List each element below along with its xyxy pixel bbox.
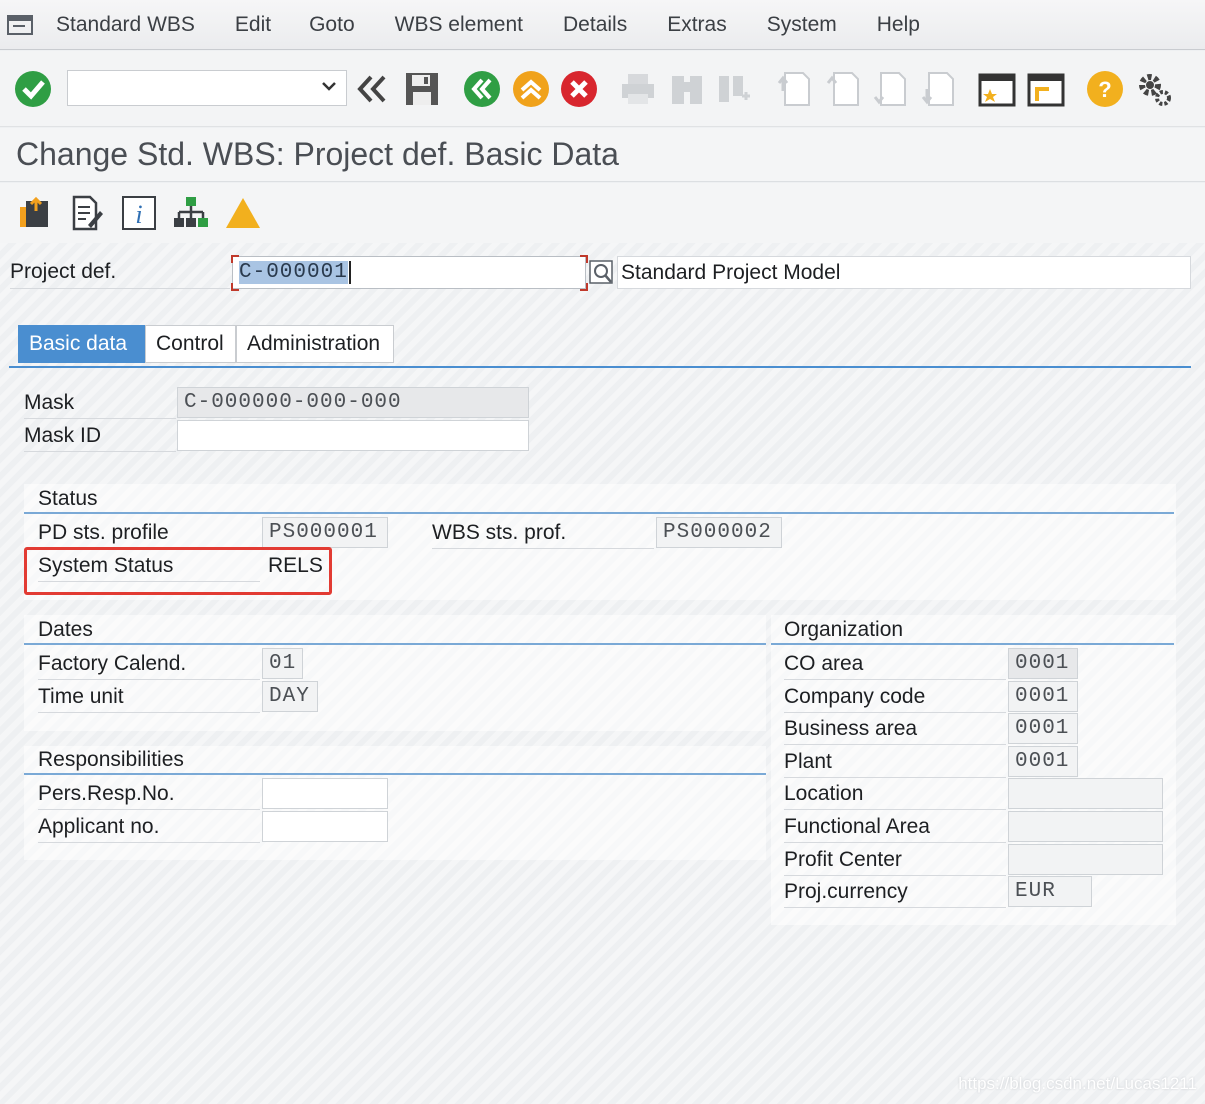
company-code-field: 0001: [1008, 681, 1078, 712]
watermark: https://blog.csdn.net/Lucas1211: [958, 1074, 1197, 1093]
project-def-value: C-000001: [239, 261, 348, 284]
svg-text:i: i: [135, 200, 142, 229]
shortcut-icon[interactable]: [1026, 69, 1066, 109]
tab-underline: [9, 366, 1191, 368]
factory-calendar-label: Factory Calend.: [38, 652, 187, 675]
location-field: [1008, 778, 1163, 809]
co-area-label: CO area: [784, 652, 864, 675]
applicant-label: Applicant no.: [38, 815, 160, 838]
plant-label: Plant: [784, 750, 832, 773]
menu-goto[interactable]: Goto: [309, 13, 355, 37]
page-title: Change Std. WBS: Project def. Basic Data: [16, 136, 619, 172]
mask-id-field[interactable]: [177, 420, 529, 451]
pers-resp-label: Pers.Resp.No.: [38, 782, 175, 805]
tab-administration[interactable]: Administration: [236, 325, 394, 363]
wbs-status-profile-field: PS000002: [656, 517, 782, 548]
mask-id-label: Mask ID: [24, 424, 102, 447]
proj-currency-label: Proj.currency: [784, 880, 908, 903]
title-bar: Change Std. WBS: Project def. Basic Data: [0, 128, 1205, 182]
functional-area-label: Functional Area: [784, 815, 930, 838]
menu-system[interactable]: System: [767, 13, 837, 37]
time-unit-label: Time unit: [38, 685, 124, 708]
new-session-icon[interactable]: [977, 69, 1017, 109]
location-label: Location: [784, 782, 864, 805]
menu-details[interactable]: Details: [563, 13, 627, 37]
menu-wbs-element[interactable]: WBS element: [395, 13, 523, 37]
functional-area-field: [1008, 811, 1163, 842]
business-area-label: Business area: [784, 717, 918, 740]
cancel-icon[interactable]: [559, 69, 599, 109]
dates-title: Dates: [38, 618, 93, 641]
status-title: Status: [38, 487, 98, 510]
organization-title: Organization: [784, 618, 904, 641]
factory-calendar-field: 01: [262, 648, 303, 679]
menu-standard-wbs[interactable]: Standard WBS: [56, 13, 195, 37]
last-page-icon: [918, 69, 958, 109]
next-page-icon: [870, 69, 910, 109]
pers-resp-field[interactable]: [262, 778, 388, 809]
save-icon[interactable]: [402, 69, 442, 109]
menu-edit[interactable]: Edit: [235, 13, 271, 37]
previous-page-icon: [823, 69, 863, 109]
find-icon: [667, 69, 707, 109]
project-def-label: Project def.: [10, 260, 117, 283]
mask-label: Mask: [24, 391, 75, 414]
back-double-icon[interactable]: [352, 69, 392, 109]
menu-extras[interactable]: Extras: [667, 13, 727, 37]
mask-field: C-000000-000-000: [177, 387, 529, 418]
warning-icon[interactable]: [223, 193, 263, 233]
command-field[interactable]: [67, 70, 347, 106]
menu-toggle-icon[interactable]: [0, 0, 40, 50]
profit-center-field: [1008, 844, 1163, 875]
svg-text:?: ?: [1098, 77, 1111, 102]
back-icon[interactable]: [462, 69, 502, 109]
project-def-input[interactable]: C-000001: [232, 256, 586, 289]
edit-doc-icon[interactable]: [66, 193, 106, 233]
co-area-field: 0001: [1008, 648, 1078, 679]
menu-help[interactable]: Help: [877, 13, 920, 37]
chevron-down-icon[interactable]: [320, 77, 338, 95]
tab-basic-data[interactable]: Basic data: [18, 325, 145, 363]
settings-icon[interactable]: [1134, 69, 1174, 109]
info-icon[interactable]: i: [119, 193, 159, 233]
hierarchy-icon[interactable]: [171, 193, 211, 233]
help-icon[interactable]: ?: [1085, 69, 1125, 109]
applicant-field[interactable]: [262, 811, 388, 842]
tab-control[interactable]: Control: [145, 325, 236, 363]
exit-icon[interactable]: [511, 69, 551, 109]
plant-field: 0001: [1008, 746, 1078, 777]
wbs-status-profile-label: WBS sts. prof.: [432, 521, 567, 544]
print-icon: [618, 69, 658, 109]
proj-currency-field: EUR: [1008, 876, 1092, 907]
profit-center-label: Profit Center: [784, 848, 902, 871]
standard-toolbar: ?: [0, 51, 1205, 127]
application-toolbar: i: [0, 183, 1205, 243]
company-code-label: Company code: [784, 685, 926, 708]
open-project-icon[interactable]: [14, 193, 54, 233]
time-unit-field: DAY: [262, 681, 318, 712]
find-next-icon: [714, 69, 754, 109]
pd-status-profile-field: PS000001: [262, 517, 388, 548]
first-page-icon: [774, 69, 814, 109]
responsibilities-title: Responsibilities: [38, 748, 184, 771]
pd-status-profile-label: PD sts. profile: [38, 521, 169, 544]
project-def-description: Standard Project Model: [617, 256, 1191, 289]
menu-bar: Standard WBS Edit Goto WBS element Detai…: [0, 0, 1205, 50]
search-help-icon[interactable]: [588, 258, 616, 288]
check-icon[interactable]: [13, 69, 53, 109]
business-area-field: 0001: [1008, 713, 1078, 744]
highlight-box: [24, 547, 332, 595]
